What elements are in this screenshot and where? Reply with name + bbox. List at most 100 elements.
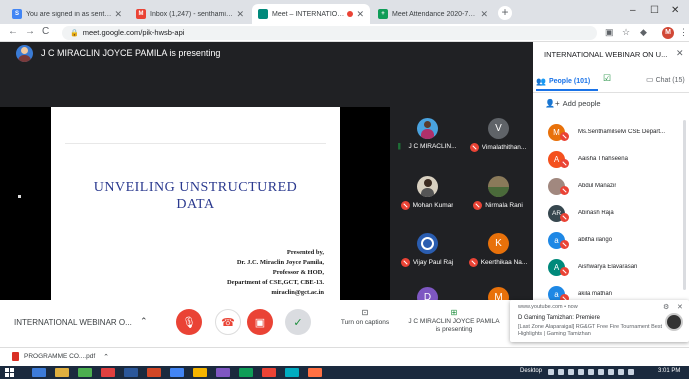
windows-start-icon[interactable] bbox=[5, 368, 15, 377]
profile-avatar[interactable]: M bbox=[662, 27, 674, 39]
tray-icon[interactable] bbox=[548, 369, 554, 375]
close-tab-icon[interactable]: ✕ bbox=[236, 9, 244, 20]
meeting-details-button[interactable]: INTERNATIONAL WEBINAR O... bbox=[14, 318, 132, 327]
participant-tile[interactable]: Mohan Kumar bbox=[392, 172, 462, 218]
app-icon[interactable] bbox=[101, 368, 115, 377]
participant-tiles: ||| J C MIRACLIN... V Vimalathithan... Mo… bbox=[390, 65, 533, 308]
word-icon[interactable] bbox=[124, 368, 138, 377]
close-tab-icon[interactable]: ✕ bbox=[356, 9, 364, 20]
panel-scrollbar[interactable] bbox=[683, 120, 686, 290]
participant-row[interactable]: AR Abinash Raja bbox=[548, 203, 689, 223]
participant-name: akila mathan bbox=[578, 291, 613, 297]
close-panel-icon[interactable]: ✕ bbox=[676, 48, 684, 59]
captions-button[interactable]: ⊡ Turn on captions bbox=[332, 308, 398, 327]
participant-name: Vijay Paul Raj bbox=[412, 259, 454, 266]
close-icon[interactable]: ✕ bbox=[677, 303, 683, 311]
participant-row[interactable]: M Ms.Senthamilselvi CSE Depart... bbox=[548, 122, 689, 142]
credit-line: Department of CSE,GCT, CBE-13. bbox=[226, 279, 324, 286]
battery-icon[interactable] bbox=[618, 369, 624, 375]
mic-off-icon bbox=[400, 258, 410, 267]
chevron-up-icon[interactable]: ⌃ bbox=[103, 353, 109, 361]
app-icon[interactable] bbox=[308, 368, 322, 377]
tab-gmail[interactable]: M Inbox (1,247) - senthamilselvi.cs... ✕ bbox=[130, 4, 250, 24]
back-icon[interactable]: ← bbox=[8, 26, 18, 37]
participant-name: Abinash Raja bbox=[578, 210, 614, 216]
volume-icon[interactable] bbox=[608, 369, 614, 375]
participant-row[interactable]: A Aishwarya Elavarasan bbox=[548, 257, 689, 277]
system-clock[interactable]: 3:01 PM bbox=[658, 368, 680, 374]
participant-avatar bbox=[488, 176, 509, 197]
maximize-icon[interactable]: ☐ bbox=[650, 5, 659, 16]
participant-tile[interactable]: V Vimalathithan... bbox=[463, 114, 533, 160]
download-item[interactable]: PROGRAMME CO....pdf ⌃ bbox=[12, 352, 109, 361]
close-tab-icon[interactable]: ✕ bbox=[114, 9, 122, 20]
tray-icon[interactable] bbox=[568, 369, 574, 375]
app-icon[interactable] bbox=[239, 368, 253, 377]
chevron-up-icon[interactable]: ⌃ bbox=[140, 316, 148, 327]
participant-avatar: K bbox=[488, 233, 509, 254]
participant-name: Aaisha Thahseena bbox=[578, 156, 628, 162]
minimize-icon[interactable]: – bbox=[630, 5, 636, 16]
new-tab-button[interactable]: + bbox=[498, 6, 512, 20]
participant-tile[interactable]: Vijay Paul Raj bbox=[392, 229, 462, 275]
camera-permission-icon[interactable]: ▣ bbox=[605, 27, 614, 38]
participant-row[interactable]: A Aaisha Thahseena bbox=[548, 149, 689, 169]
gear-icon[interactable]: ⚙ bbox=[663, 303, 669, 311]
app-icon[interactable] bbox=[285, 368, 299, 377]
presenting-name: J C MIRACLIN JOYCE PAMILA bbox=[408, 318, 500, 325]
chrome-icon[interactable] bbox=[193, 368, 207, 377]
tab-classroom[interactable]: S You are signed in as senthamiz... ✕ bbox=[6, 4, 128, 24]
menu-icon[interactable]: ⋮ bbox=[679, 27, 688, 38]
participant-tile[interactable]: K Keerthikaa Na... bbox=[463, 229, 533, 275]
tab-meet[interactable]: Meet – INTERNATIONAL WE... ✕ bbox=[252, 4, 370, 24]
windows-taskbar: Desktop 3:01 PM bbox=[0, 366, 689, 379]
flag-icon[interactable] bbox=[628, 369, 634, 375]
participant-tile[interactable]: ||| J C MIRACLIN... bbox=[392, 114, 462, 160]
youtube-notification[interactable]: www.youtube.com • now ⚙ ✕ D Gaming Tamiz… bbox=[510, 300, 689, 342]
chrome-icon[interactable] bbox=[170, 368, 184, 377]
powerpoint-icon[interactable] bbox=[147, 368, 161, 377]
extension-icon[interactable]: ◆ bbox=[640, 27, 647, 38]
folder-icon[interactable] bbox=[55, 368, 69, 377]
forward-icon[interactable]: → bbox=[25, 26, 35, 37]
close-window-icon[interactable]: ✕ bbox=[671, 5, 679, 16]
slide-frame: UNVEILING UNSTRUCTURED DATA Presented by… bbox=[0, 107, 390, 300]
participant-row[interactable]: a abitha ilango bbox=[548, 230, 689, 250]
desktop-toolbar-label[interactable]: Desktop bbox=[520, 368, 542, 374]
reload-icon[interactable]: C bbox=[42, 26, 49, 37]
meet-icon bbox=[258, 9, 268, 19]
slide-title-line: UNVEILING UNSTRUCTURED bbox=[93, 180, 298, 195]
presentation-slide: UNVEILING UNSTRUCTURED DATA Presented by… bbox=[51, 107, 340, 300]
browser-toolbar: ← → C 🔒 meet.google.com/pik-hwsb-api ▣ ☆ … bbox=[0, 24, 689, 42]
activities-icon[interactable]: ☑ bbox=[603, 73, 611, 84]
media-icon[interactable] bbox=[78, 368, 92, 377]
acrobat-icon[interactable] bbox=[262, 368, 276, 377]
tray-icon[interactable] bbox=[588, 369, 594, 375]
chat-tab-label: Chat (15) bbox=[655, 77, 685, 84]
participant-tile[interactable]: Nirmala Rani bbox=[463, 172, 533, 218]
star-icon[interactable]: ☆ bbox=[622, 27, 630, 38]
participant-row[interactable]: Abdul Manazir bbox=[548, 176, 689, 196]
tray-icon[interactable] bbox=[578, 369, 584, 375]
ie-icon[interactable] bbox=[32, 368, 46, 377]
microphone-toggle-button[interactable]: 🎙 bbox=[176, 309, 202, 335]
speaking-icon: ||| bbox=[397, 143, 400, 150]
credit-line: miraclin@gct.ac.in bbox=[271, 289, 324, 296]
presentation-stage: J C MIRACLIN JOYCE PAMILA is presenting … bbox=[0, 42, 533, 308]
add-people-button[interactable]: 👤+ Add people bbox=[545, 99, 601, 108]
app-icon[interactable] bbox=[216, 368, 230, 377]
tab-attendance[interactable]: + Meet Attendance 2020-7-13 16... ✕ bbox=[372, 4, 494, 24]
notification-source: www.youtube.com • now bbox=[518, 304, 578, 310]
address-bar[interactable]: 🔒 meet.google.com/pik-hwsb-api bbox=[62, 26, 597, 40]
camera-toggle-button[interactable]: ▣ bbox=[247, 309, 273, 335]
participant-name: Keerthikaa Na... bbox=[480, 259, 528, 266]
network-icon[interactable] bbox=[598, 369, 604, 375]
leave-call-button[interactable]: ☎ bbox=[215, 309, 241, 335]
captions-icon: ⊡ bbox=[361, 308, 369, 317]
attendance-check-button[interactable]: ✓ bbox=[285, 309, 311, 335]
presenting-button[interactable]: ⊞ J C MIRACLIN JOYCE PAMILA is presentin… bbox=[404, 308, 504, 334]
close-tab-icon[interactable]: ✕ bbox=[480, 9, 488, 20]
tray-icon[interactable] bbox=[558, 369, 564, 375]
tab-chat[interactable]: ▭ Chat (15) bbox=[646, 75, 685, 84]
tab-people[interactable]: 👥 People (101) bbox=[536, 74, 590, 88]
